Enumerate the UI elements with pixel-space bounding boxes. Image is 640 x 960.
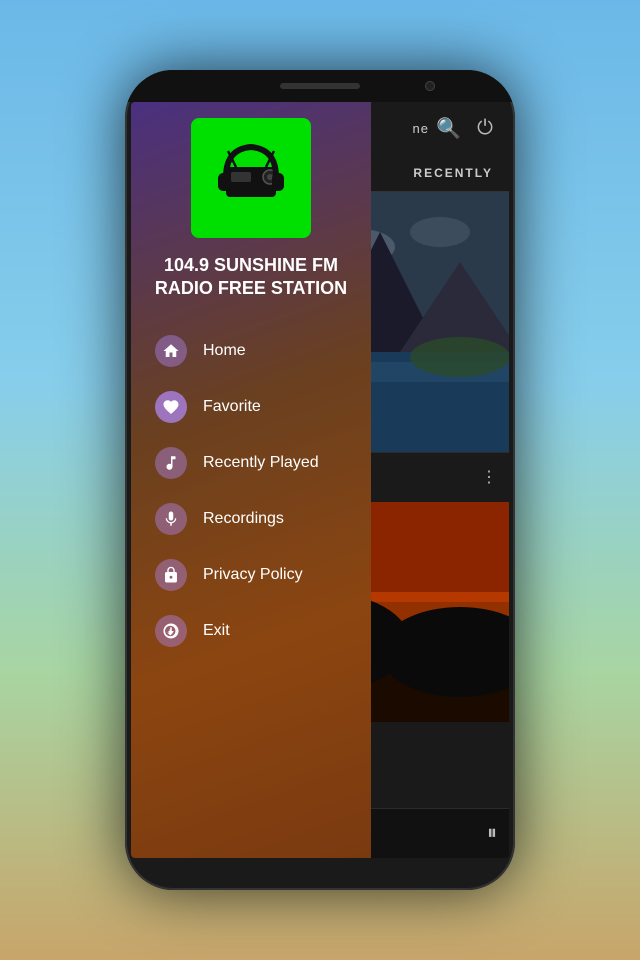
sidebar-item-privacy[interactable]: Privacy Policy bbox=[147, 549, 355, 601]
speaker bbox=[280, 83, 360, 89]
recordings-icon-circle bbox=[155, 503, 187, 535]
recently-played-label: Recently Played bbox=[203, 454, 319, 472]
phone-top bbox=[125, 70, 515, 102]
favorite-icon-circle bbox=[155, 391, 187, 423]
sidebar-item-favorite[interactable]: Favorite bbox=[147, 381, 355, 433]
nav-drawer: 104.9 SUNSHINE FM RADIO FREE STATION Hom… bbox=[131, 102, 371, 858]
recently-icon-wrapper bbox=[155, 447, 187, 479]
tab-recently[interactable]: RECENTLY bbox=[413, 166, 493, 180]
search-icon[interactable]: 🔍 bbox=[436, 116, 461, 141]
home-icon-circle bbox=[155, 335, 187, 367]
home-icon-wrapper bbox=[155, 335, 187, 367]
pause-button[interactable]: ⏸ bbox=[487, 822, 497, 845]
privacy-icon-wrapper bbox=[155, 559, 187, 591]
favorite-icon-wrapper bbox=[155, 391, 187, 423]
recordings-label: Recordings bbox=[203, 510, 284, 528]
exit-icon-wrapper bbox=[155, 615, 187, 647]
privacy-label: Privacy Policy bbox=[203, 566, 303, 584]
menu-list: Home Favorite bbox=[131, 325, 371, 657]
header-title: ne bbox=[413, 121, 429, 136]
sidebar-item-exit[interactable]: Exit bbox=[147, 605, 355, 657]
logo-icon bbox=[206, 129, 296, 228]
privacy-icon-circle bbox=[155, 559, 187, 591]
home-label: Home bbox=[203, 342, 246, 360]
more-options-icon[interactable]: ⋮ bbox=[481, 467, 497, 487]
power-icon[interactable]: ⏻ bbox=[477, 117, 493, 140]
exit-icon-circle bbox=[155, 615, 187, 647]
header-icons: 🔍 ⏻ bbox=[436, 116, 493, 141]
phone-screen: ne 🔍 ⏻ RECENTLY bbox=[131, 102, 509, 858]
phone-frame: ne 🔍 ⏻ RECENTLY bbox=[125, 70, 515, 890]
sidebar-item-home[interactable]: Home bbox=[147, 325, 355, 377]
recordings-icon-wrapper bbox=[155, 503, 187, 535]
app-logo bbox=[191, 118, 311, 238]
recently-icon-circle bbox=[155, 447, 187, 479]
drawer-station-name: 104.9 SUNSHINE FM RADIO FREE STATION bbox=[131, 254, 371, 301]
exit-label: Exit bbox=[203, 622, 230, 640]
sidebar-item-recently-played[interactable]: Recently Played bbox=[147, 437, 355, 489]
camera bbox=[425, 81, 435, 91]
sidebar-item-recordings[interactable]: Recordings bbox=[147, 493, 355, 545]
favorite-label: Favorite bbox=[203, 398, 261, 416]
